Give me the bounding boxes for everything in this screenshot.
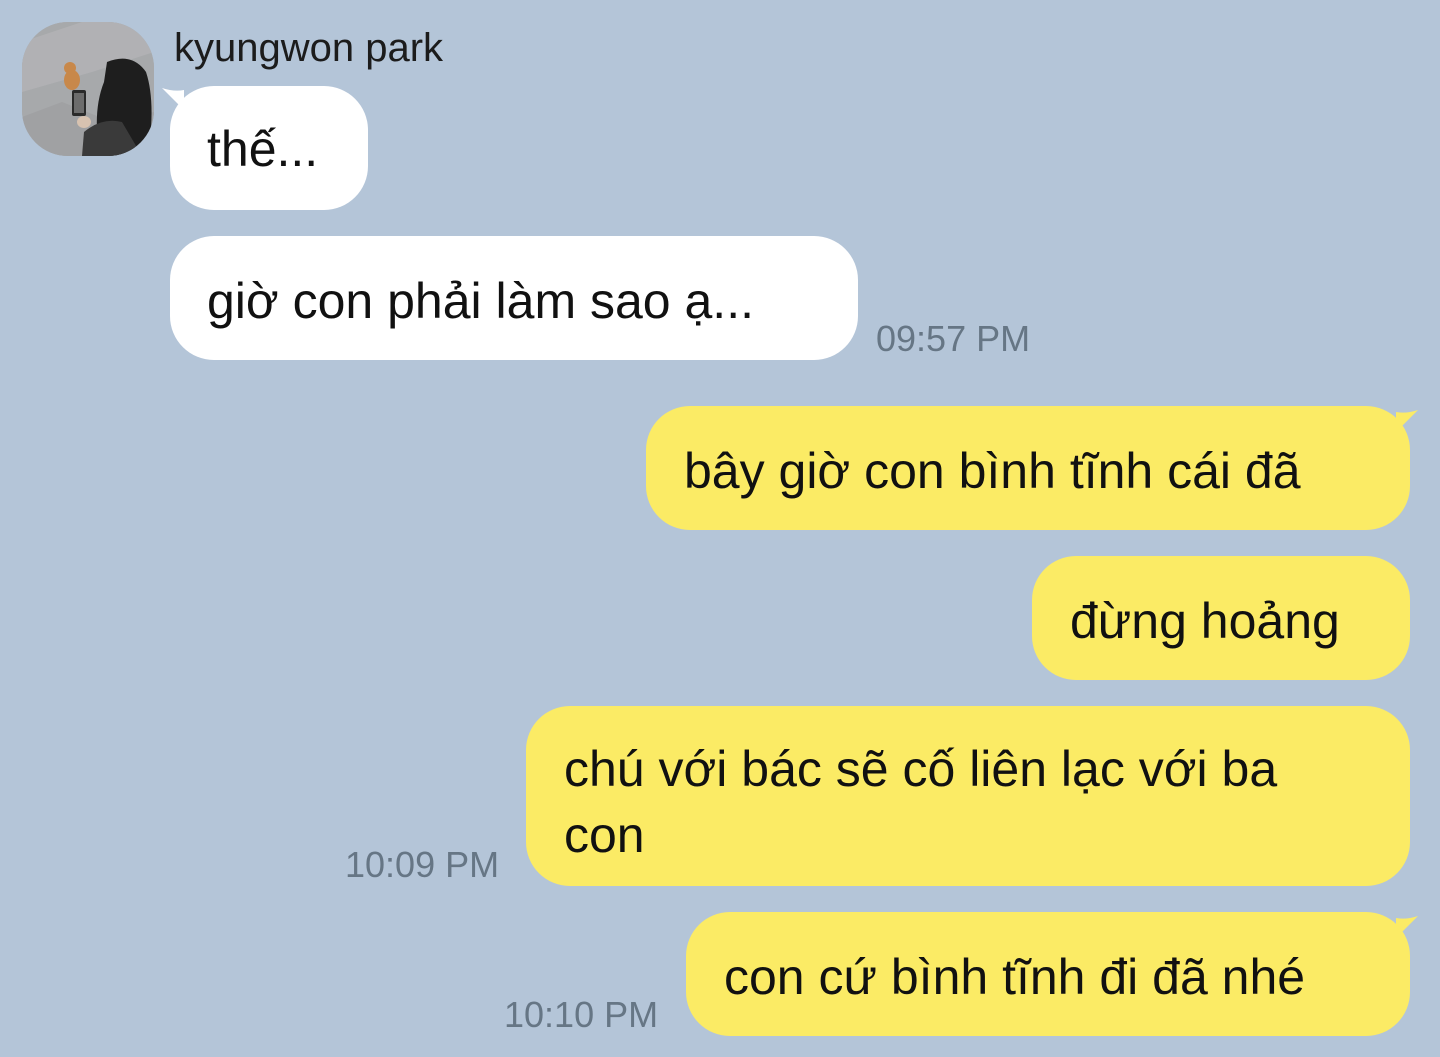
chat-window[interactable]: kyungwon park thế... giờ con phải làm sa… [0, 0, 1440, 1057]
message-text-line-1: chú với bác sẽ cố liên lạc với ba [564, 741, 1278, 797]
message-bubble-outgoing[interactable]: con cứ bình tĩnh đi đã nhé [686, 912, 1410, 1036]
message-bubble-incoming[interactable]: giờ con phải làm sao ạ... [170, 236, 858, 360]
message-timestamp: 10:09 PM [345, 844, 500, 885]
avatar-photo-icon [22, 22, 154, 156]
sender-name: kyungwon park [174, 26, 444, 70]
message-text: thế... [207, 121, 319, 177]
message-text: bây giờ con bình tĩnh cái đã [684, 443, 1301, 499]
message-bubble-outgoing[interactable]: chú với bác sẽ cố liên lạc với ba con [526, 706, 1410, 886]
message-text: giờ con phải làm sao ạ... [207, 273, 754, 329]
message-timestamp: 10:10 PM [504, 994, 659, 1035]
message-text-line-2: con [564, 807, 645, 863]
message-bubble-outgoing[interactable]: bây giờ con bình tĩnh cái đã [646, 406, 1410, 530]
message-text: đừng hoảng [1070, 593, 1340, 649]
sender-avatar[interactable] [22, 22, 154, 156]
message-bubble-outgoing[interactable]: đừng hoảng [1032, 556, 1410, 680]
message-timestamp: 09:57 PM [876, 318, 1031, 359]
message-text: con cứ bình tĩnh đi đã nhé [724, 949, 1306, 1005]
message-bubble-incoming[interactable]: thế... [170, 86, 368, 210]
